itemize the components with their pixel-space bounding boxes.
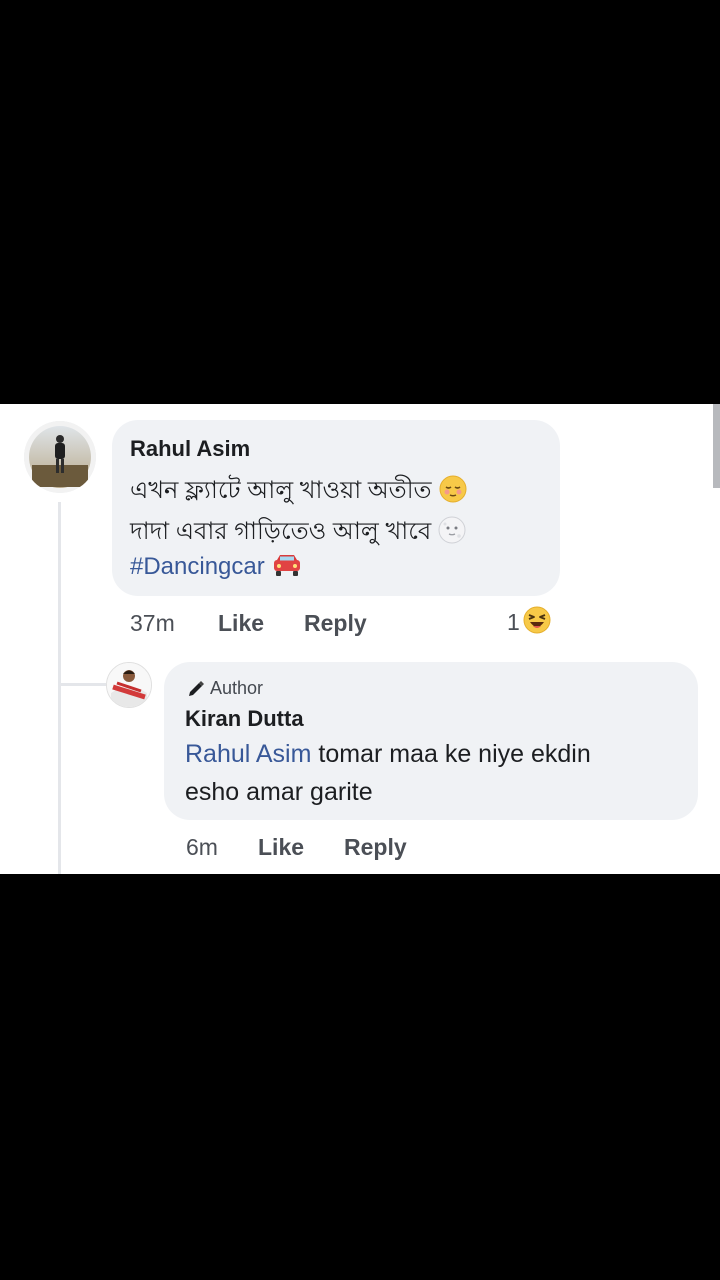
relieved-face-icon xyxy=(438,474,468,511)
pencil-icon xyxy=(186,678,206,698)
laughing-face-icon xyxy=(522,605,552,641)
reaction-count: 1 xyxy=(507,609,520,635)
thread-line xyxy=(58,502,61,874)
comment-text: এখন ফ্ল্যাটে আলু খাওয়া অতীত xyxy=(130,477,432,504)
reply-text: tomar maa ke niye ekdin xyxy=(311,740,591,768)
hashtag-link[interactable]: #Dancingcar xyxy=(130,553,265,580)
mention-link[interactable]: Rahul Asim xyxy=(185,740,311,768)
comment-text-line-2: দাদা এবার গাড়িতেও আলু খাবে xyxy=(130,513,467,553)
like-button[interactable]: Like xyxy=(218,610,304,637)
thread-branch-line xyxy=(58,683,106,686)
scrollbar[interactable] xyxy=(713,404,720,488)
reply-timestamp[interactable]: 6m xyxy=(186,834,258,861)
like-button[interactable]: Like xyxy=(258,834,344,861)
moon-face-icon xyxy=(437,515,467,552)
avatar-kiran-dutta[interactable] xyxy=(106,662,152,708)
comment-text-line-3: #Dancingcar xyxy=(130,552,303,587)
reaction-summary[interactable]: 1 xyxy=(507,605,552,641)
avatar-rahul-asim[interactable] xyxy=(24,421,96,493)
author-badge-label: Author xyxy=(210,678,264,698)
comment-timestamp[interactable]: 37m xyxy=(130,610,218,637)
comment-thread: Rahul Asim এখন ফ্ল্যাটে আলু খাওয়া অতীত … xyxy=(0,404,720,874)
car-icon xyxy=(271,552,303,587)
comment-actions: 37m Like Reply xyxy=(130,610,367,637)
reply-actions: 6m Like Reply xyxy=(186,834,407,861)
comment-author-name[interactable]: Rahul Asim xyxy=(130,436,250,462)
reply-button[interactable]: Reply xyxy=(304,610,367,637)
comment-text-line-1: এখন ফ্ল্যাটে আলু খাওয়া অতীত xyxy=(130,472,468,512)
reply-text-line-2: esho amar garite xyxy=(185,778,373,806)
comment-text: দাদা এবার গাড়িতেও আলু খাবে xyxy=(130,518,432,545)
reply-text-line-1: Rahul Asim tomar maa ke niye ekdin xyxy=(185,740,591,769)
author-badge: Author xyxy=(186,678,263,699)
reply-button[interactable]: Reply xyxy=(344,834,407,861)
reply-author-name[interactable]: Kiran Dutta xyxy=(185,706,304,732)
